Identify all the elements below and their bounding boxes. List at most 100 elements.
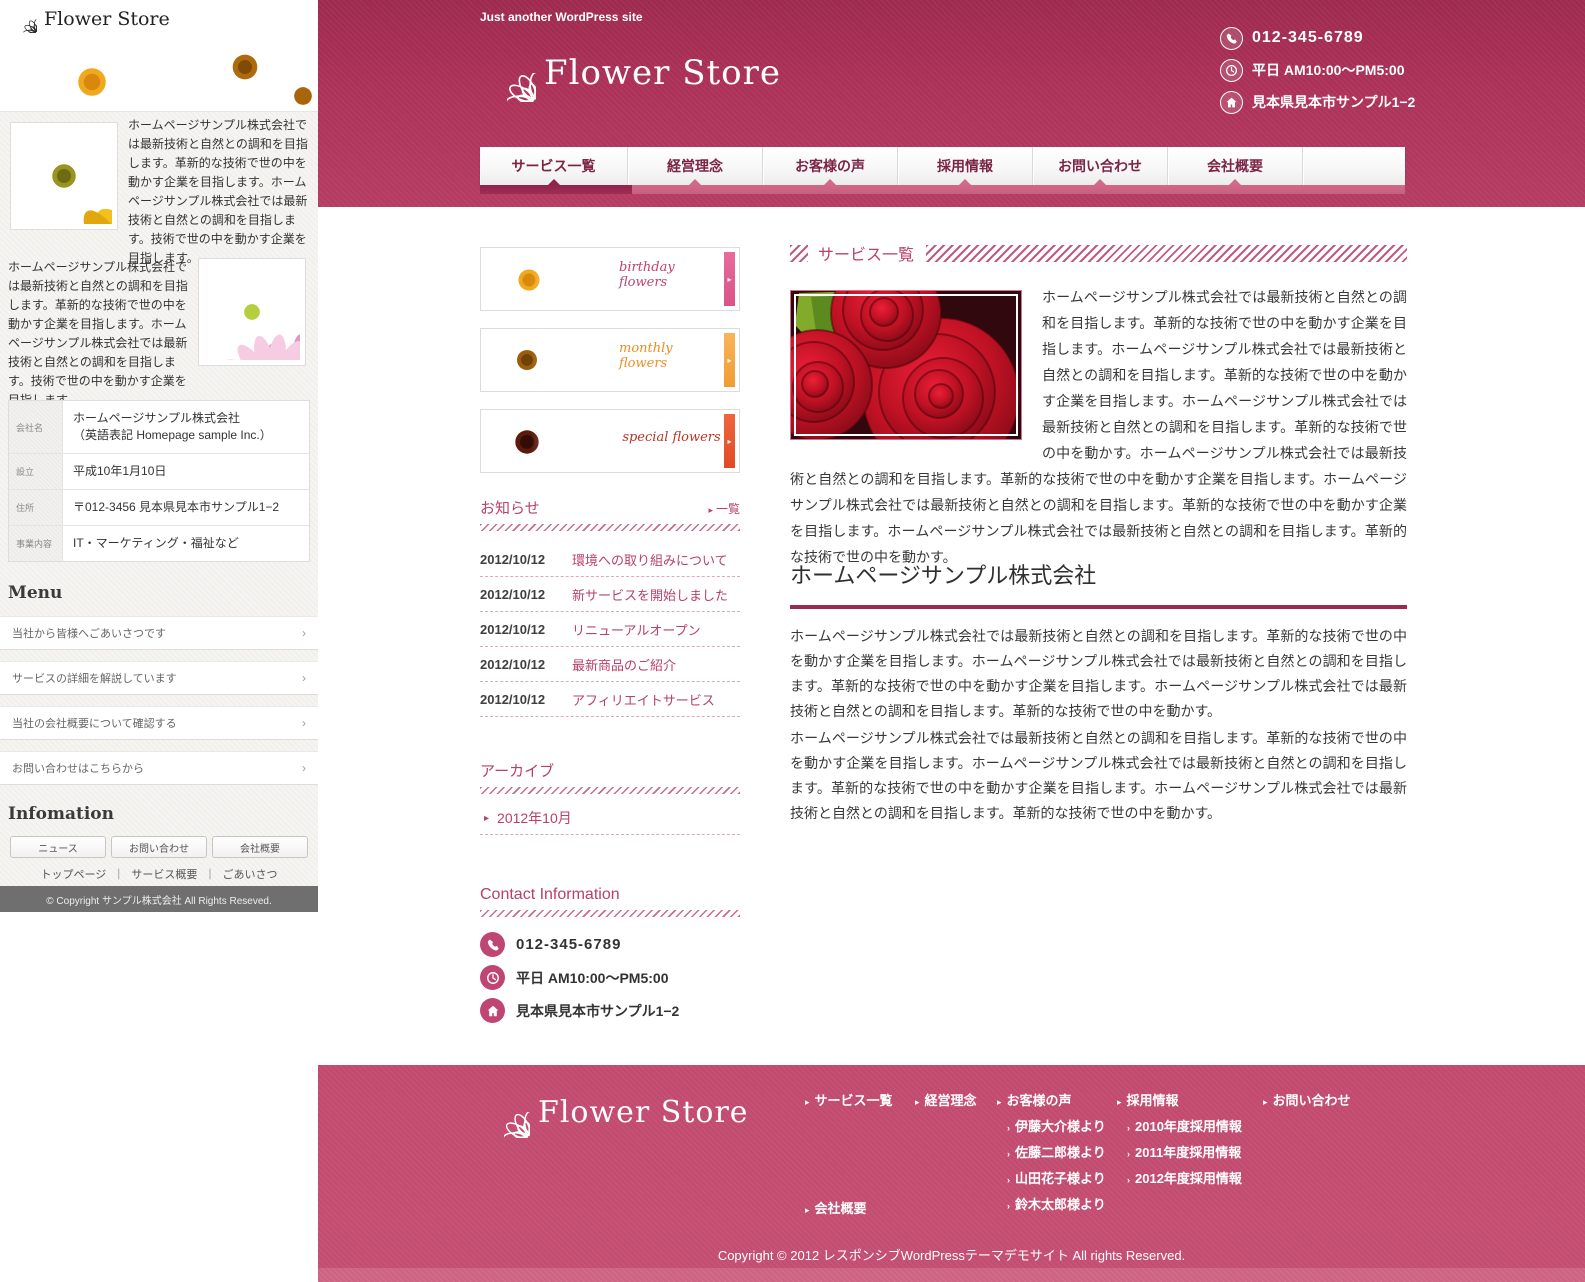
mobile-menu-item-greeting[interactable]: 当社から皆様へごあいさつです › — [0, 616, 318, 650]
news-link[interactable]: リニューアルオープン — [572, 620, 701, 639]
footer-link-company[interactable]: ▸会社概要 — [805, 1198, 867, 1217]
mobile-menu-item-contact[interactable]: お問い合わせはこちらから › — [0, 751, 318, 785]
banner-special-flowers[interactable]: special flowers ▸ — [480, 409, 740, 473]
table-row-value: ホームページサンプル株式会社 （英語表記 Homepage sample Inc… — [63, 401, 309, 453]
menu-item-label: 当社の会社概要について確認する — [12, 715, 177, 731]
footer-link-voice-sato[interactable]: ›佐藤二郎様より — [1007, 1142, 1106, 1161]
section-divider — [480, 524, 740, 531]
flower-logo-icon — [478, 1086, 530, 1138]
mobile-site-title[interactable]: Flower Store — [44, 8, 170, 30]
footer-col-recruit: ▸採用情報 ›2010年度採用情報 ›2011年度採用情報 ›2012年度採用情… — [1117, 1090, 1242, 1187]
contact-button[interactable]: お問い合わせ — [111, 836, 207, 858]
table-row-value: 平成10年1月10日 — [63, 454, 309, 489]
nav-pointer — [959, 179, 971, 185]
mobile-information-title: Infomation — [8, 804, 114, 824]
heading-hatch — [926, 245, 1407, 262]
news-link[interactable]: 最新商品のご紹介 — [572, 655, 676, 674]
footer-link-recruit[interactable]: ▸採用情報 — [1117, 1090, 1242, 1109]
news-section: お知らせ ▸一覧 2012/10/12 環境への取り組みについて 2012/10… — [480, 497, 740, 717]
arrow-right-icon: ▸ — [915, 1097, 920, 1108]
company-name: ホームページサンプル株式会社 — [73, 411, 240, 425]
mobile-preview-panel: Flower Store — [0, 0, 318, 912]
mobile-banner-image — [0, 40, 318, 112]
sidebar-address: 見本県見本市サンプル1−2 — [516, 1001, 679, 1021]
news-date: 2012/10/12 — [480, 657, 572, 672]
footer-link-top[interactable]: トップページ — [40, 869, 106, 881]
banner-arrow-tab: ▸ — [724, 333, 735, 387]
arrow-right-icon: ▸ — [1117, 1097, 1122, 1108]
news-item: 2012/10/12 アフィリエイトサービス — [480, 682, 740, 717]
arrow-right-icon: ▸ — [484, 813, 489, 824]
menu-item-label: お問い合わせはこちらから — [12, 760, 144, 776]
nav-underline-strip — [480, 185, 1405, 194]
mobile-intro-text: ホームページサンプル株式会社では最新技術と自然との調和を目指します。革新的な技術… — [128, 116, 310, 268]
section-divider — [480, 910, 740, 917]
header-contact-info: 012-345-6789 平日 AM10:00〜PM5:00 見本県見本市サンプ… — [1220, 26, 1415, 122]
banner-label: monthly flowers — [619, 329, 724, 383]
sidebar-business-hours: 平日 AM10:00〜PM5:00 — [516, 968, 669, 988]
mobile-yellow-flower-image — [10, 122, 118, 230]
news-date: 2012/10/12 — [480, 587, 572, 602]
footer-link-recruit-2011[interactable]: ›2011年度採用情報 — [1127, 1142, 1242, 1161]
header-address-row: 見本県見本市サンプル1−2 — [1220, 90, 1415, 114]
separator: ｜ — [113, 869, 124, 881]
footer-link-services[interactable]: ▸サービス一覧 — [805, 1090, 893, 1109]
table-row-value: IT・マーケティング・福祉など — [63, 526, 309, 561]
site-logo[interactable]: Flower Store — [478, 44, 781, 102]
footer-link-voice-ito[interactable]: ›伊藤大介様より — [1007, 1116, 1106, 1135]
flower-logo-icon — [10, 6, 37, 33]
footer-link-recruit-2012[interactable]: ›2012年度採用情報 — [1127, 1168, 1242, 1187]
mobile-menu-item-services[interactable]: サービスの詳細を解説しています › — [0, 661, 318, 695]
mobile-menu-item-company[interactable]: 当社の会社概要について確認する › — [0, 706, 318, 740]
nav-pointer — [1094, 179, 1106, 185]
header-business-hours: 平日 AM10:00〜PM5:00 — [1252, 60, 1405, 80]
footer-link-voice-yamada[interactable]: ›山田花子様より — [1007, 1168, 1106, 1187]
news-link[interactable]: 環境への取り組みについて — [572, 550, 728, 569]
table-row-label: 設立 — [9, 454, 63, 489]
news-date: 2012/10/12 — [480, 692, 572, 707]
table-row-value: 〒012-3456 見本県見本市サンプル1−2 — [63, 490, 309, 525]
table-row-label: 会社名 — [9, 401, 63, 453]
chevron-right-icon: › — [1007, 1201, 1010, 1211]
chevron-right-icon: › — [302, 716, 306, 730]
chevron-right-icon: › — [1007, 1149, 1010, 1159]
menu-item-label: サービスの詳細を解説しています — [12, 670, 177, 686]
banner-label: birthday flowers — [619, 248, 724, 302]
archive-link[interactable]: ▸ 2012年10月 — [480, 802, 740, 835]
mobile-intro-text-2: ホームページサンプル株式会社では最新技術と自然との調和を目指します。革新的な技術… — [8, 258, 192, 410]
news-more-link[interactable]: ▸一覧 — [708, 500, 740, 517]
table-row-label: 事業内容 — [9, 526, 63, 561]
arrow-right-icon: ▸ — [805, 1097, 810, 1108]
footer-link-voice-suzuki[interactable]: ›鈴木太郎様より — [1007, 1194, 1106, 1213]
table-row: 事業内容 IT・マーケティング・福祉など — [9, 526, 309, 561]
header-hours-row: 平日 AM10:00〜PM5:00 — [1220, 58, 1415, 82]
news-button[interactable]: ニュース — [10, 836, 106, 858]
nav-active-strip — [480, 185, 632, 194]
banner-label: special flowers — [619, 410, 724, 464]
news-date: 2012/10/12 — [480, 622, 572, 637]
footer-link-greeting[interactable]: ごあいさつ — [223, 869, 278, 881]
table-row: 会社名 ホームページサンプル株式会社 （英語表記 Homepage sample… — [9, 401, 309, 454]
news-link[interactable]: アフィリエイトサービス — [572, 690, 715, 709]
banner-birthday-flowers[interactable]: birthday flowers ▸ — [480, 247, 740, 311]
news-section-title: お知らせ — [480, 497, 540, 518]
phone-icon — [1220, 27, 1243, 50]
footer-col-services: ▸サービス一覧 — [805, 1090, 893, 1109]
banner-monthly-flowers[interactable]: monthly flowers ▸ — [480, 328, 740, 392]
footer-link-service[interactable]: サービス概要 — [131, 869, 197, 881]
footer-link-contact[interactable]: ▸お問い合わせ — [1263, 1090, 1351, 1109]
footer-link-philosophy[interactable]: ▸経営理念 — [915, 1090, 977, 1109]
nav-pointer — [824, 179, 836, 185]
footer-logo[interactable]: Flower Store — [478, 1086, 749, 1138]
news-date: 2012/10/12 — [480, 552, 572, 567]
services-section-header: サービス一覧 — [790, 243, 1407, 263]
banner-arrow-tab: ▸ — [724, 252, 735, 306]
section-divider — [480, 787, 740, 794]
header-phone-row: 012-345-6789 — [1220, 26, 1415, 50]
contact-section-title: Contact Information — [480, 886, 620, 904]
company-button[interactable]: 会社概要 — [212, 836, 308, 858]
footer-link-voices[interactable]: ▸お客様の声 — [997, 1090, 1106, 1109]
footer-link-recruit-2010[interactable]: ›2010年度採用情報 — [1127, 1116, 1242, 1135]
table-row: 住所 〒012-3456 見本県見本市サンプル1−2 — [9, 490, 309, 526]
news-link[interactable]: 新サービスを開始しました — [572, 585, 728, 604]
